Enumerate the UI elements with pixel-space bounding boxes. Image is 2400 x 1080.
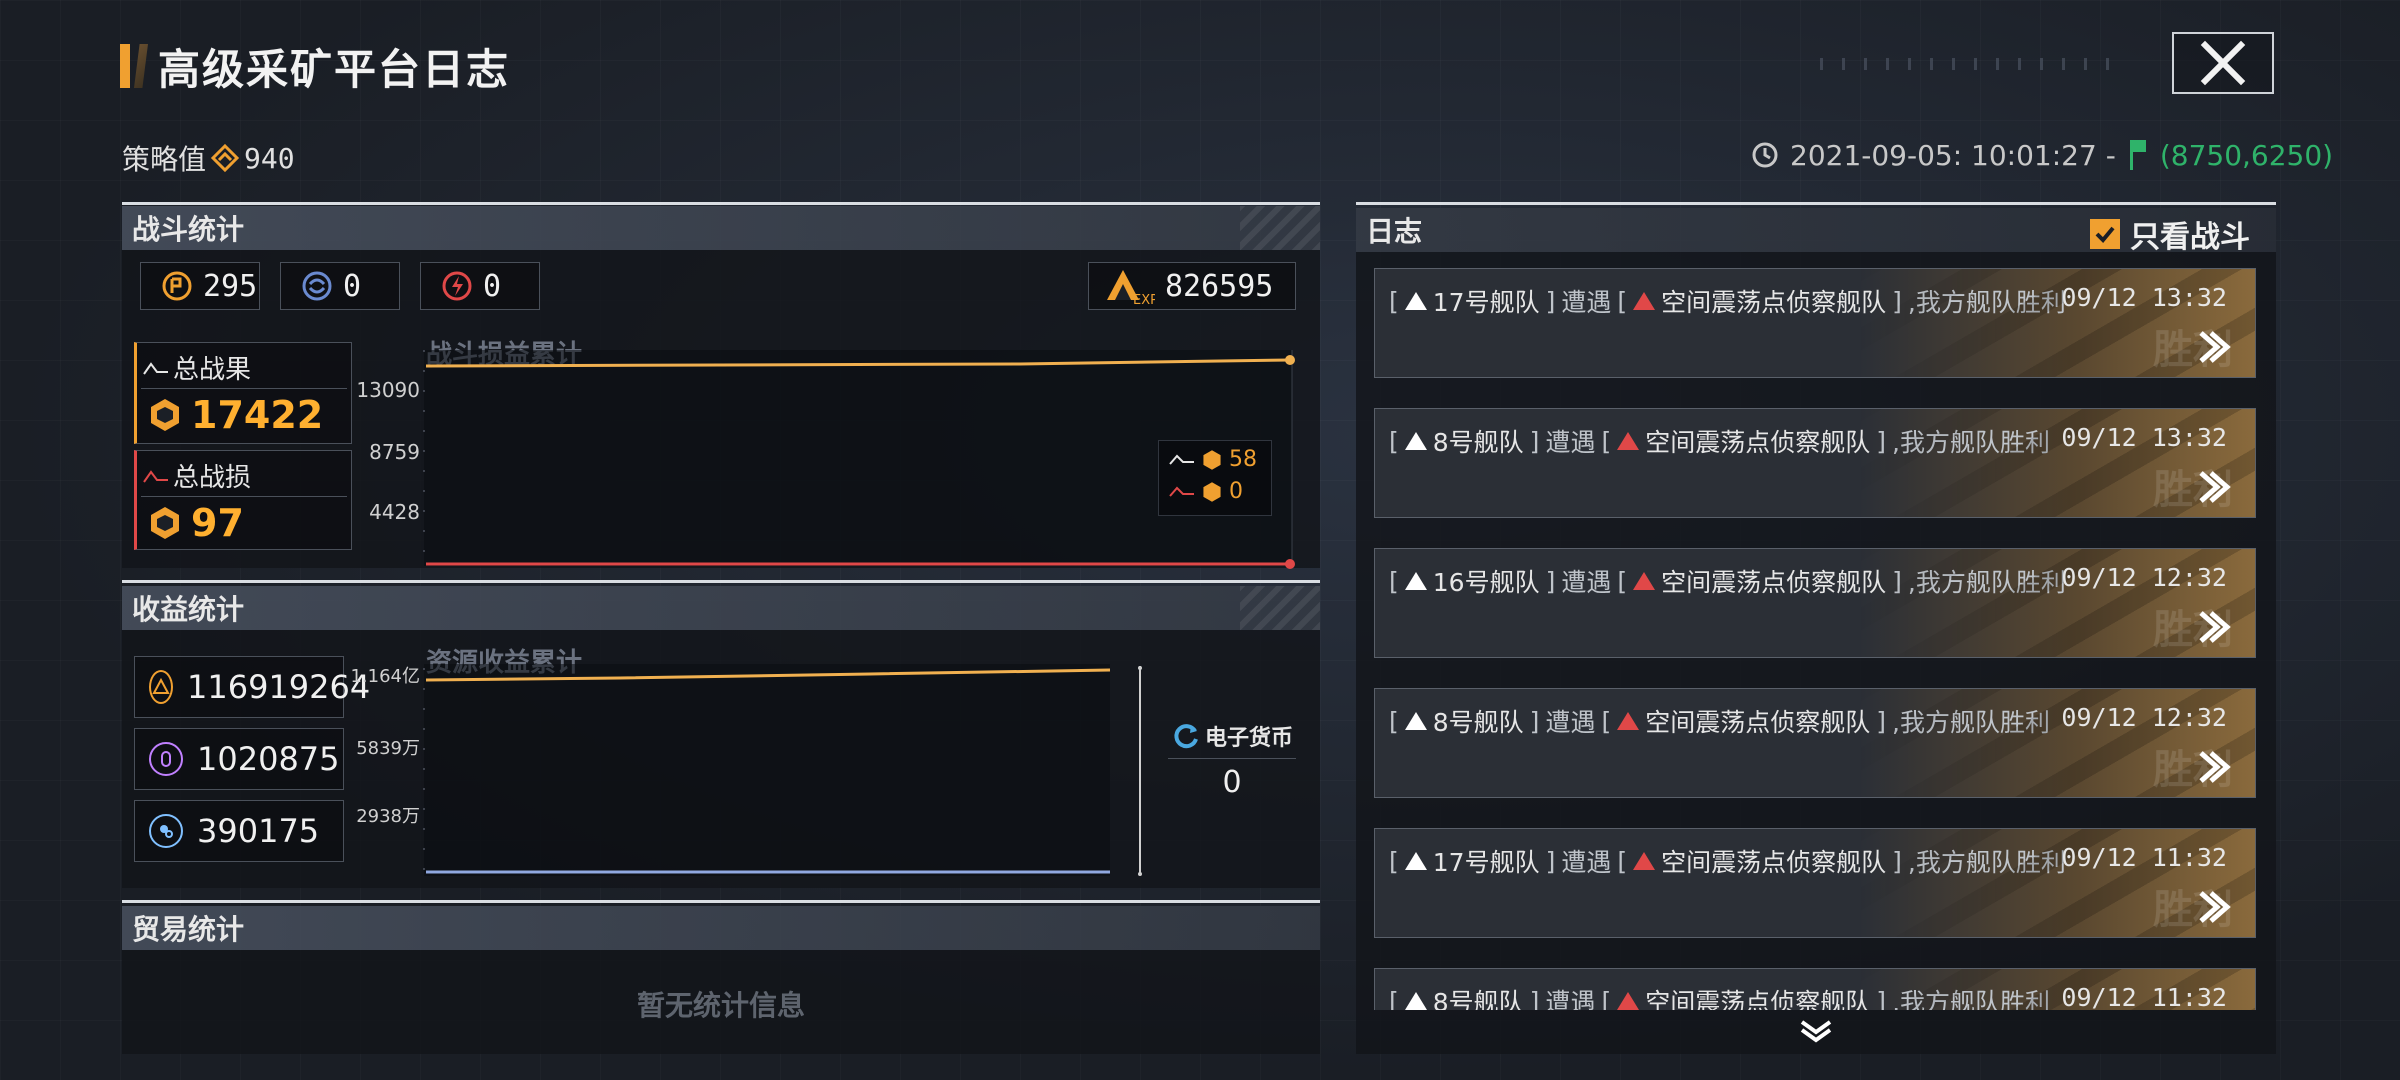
log-list-clip: [17号舰队] 遭遇 [空间震荡点侦察舰队] ,我方舰队胜利 09/12 13:… [0, 0, 2400, 1010]
log-enemy: 空间震荡点侦察舰队 [1645, 428, 1871, 457]
log-result: ,我方舰队胜利 [1907, 288, 2066, 317]
enemy-fleet-icon [1633, 852, 1656, 870]
log-entry[interactable]: [8号舰队] 遭遇 [空间震荡点侦察舰队] ,我方舰队胜利 09/12 12:3… [1374, 688, 2256, 798]
chevron-right-icon[interactable] [2193, 887, 2233, 927]
ally-fleet-icon [1404, 852, 1427, 870]
chevron-right-icon[interactable] [2193, 747, 2233, 787]
log-result: ,我方舰队胜利 [1892, 988, 2050, 1010]
log-enemy: 空间震荡点侦察舰队 [1661, 568, 1887, 597]
chevron-right-icon[interactable] [2193, 327, 2233, 367]
chevron-right-icon[interactable] [2193, 467, 2233, 507]
scroll-down-icon[interactable] [1798, 1018, 1834, 1046]
log-result: ,我方舰队胜利 [1892, 708, 2050, 737]
log-verb: 遭遇 [1545, 988, 1596, 1010]
log-fleet: 17号舰队 [1432, 288, 1540, 317]
log-result: ,我方舰队胜利 [1907, 568, 2066, 597]
log-fleet: 8号舰队 [1432, 428, 1524, 457]
log-enemy: 空间震荡点侦察舰队 [1645, 708, 1871, 737]
log-time: 09/12 11:32 [2061, 843, 2227, 872]
log-entry[interactable]: [17号舰队] 遭遇 [空间震荡点侦察舰队] ,我方舰队胜利 09/12 11:… [1374, 828, 2256, 938]
enemy-fleet-icon [1617, 432, 1640, 450]
ally-fleet-icon [1404, 992, 1427, 1010]
chevron-right-icon[interactable] [2193, 607, 2233, 647]
log-entry[interactable]: [16号舰队] 遭遇 [空间震荡点侦察舰队] ,我方舰队胜利 09/12 12:… [1374, 548, 2256, 658]
log-time: 09/12 12:32 [2061, 703, 2227, 732]
log-verb: 遭遇 [1561, 288, 1612, 317]
ally-fleet-icon [1404, 712, 1427, 730]
log-fleet: 8号舰队 [1432, 988, 1524, 1010]
log-verb: 遭遇 [1561, 568, 1612, 597]
ally-fleet-icon [1404, 572, 1427, 590]
log-entry[interactable]: [8号舰队] 遭遇 [空间震荡点侦察舰队] ,我方舰队胜利 09/12 11:3… [1374, 968, 2256, 1010]
log-time: 09/12 13:32 [2061, 283, 2227, 312]
log-result: ,我方舰队胜利 [1907, 848, 2066, 877]
log-verb: 遭遇 [1561, 848, 1612, 877]
log-entry[interactable]: [17号舰队] 遭遇 [空间震荡点侦察舰队] ,我方舰队胜利 09/12 13:… [1374, 268, 2256, 378]
log-fleet: 16号舰队 [1432, 568, 1540, 597]
log-time: 09/12 13:32 [2061, 423, 2227, 452]
log-time: 09/12 11:32 [2061, 983, 2227, 1010]
log-verb: 遭遇 [1545, 708, 1596, 737]
log-verb: 遭遇 [1545, 428, 1596, 457]
enemy-fleet-icon [1633, 292, 1656, 310]
enemy-fleet-icon [1617, 712, 1640, 730]
ally-fleet-icon [1404, 292, 1427, 310]
enemy-fleet-icon [1633, 572, 1656, 590]
ally-fleet-icon [1404, 432, 1427, 450]
log-enemy: 空间震荡点侦察舰队 [1645, 988, 1871, 1010]
log-time: 09/12 12:32 [2061, 563, 2227, 592]
log-fleet: 17号舰队 [1432, 848, 1540, 877]
log-enemy: 空间震荡点侦察舰队 [1661, 288, 1887, 317]
enemy-fleet-icon [1617, 992, 1640, 1010]
log-result: ,我方舰队胜利 [1892, 428, 2050, 457]
log-enemy: 空间震荡点侦察舰队 [1661, 848, 1887, 877]
log-entry[interactable]: [8号舰队] 遭遇 [空间震荡点侦察舰队] ,我方舰队胜利 09/12 13:3… [1374, 408, 2256, 518]
log-fleet: 8号舰队 [1432, 708, 1524, 737]
